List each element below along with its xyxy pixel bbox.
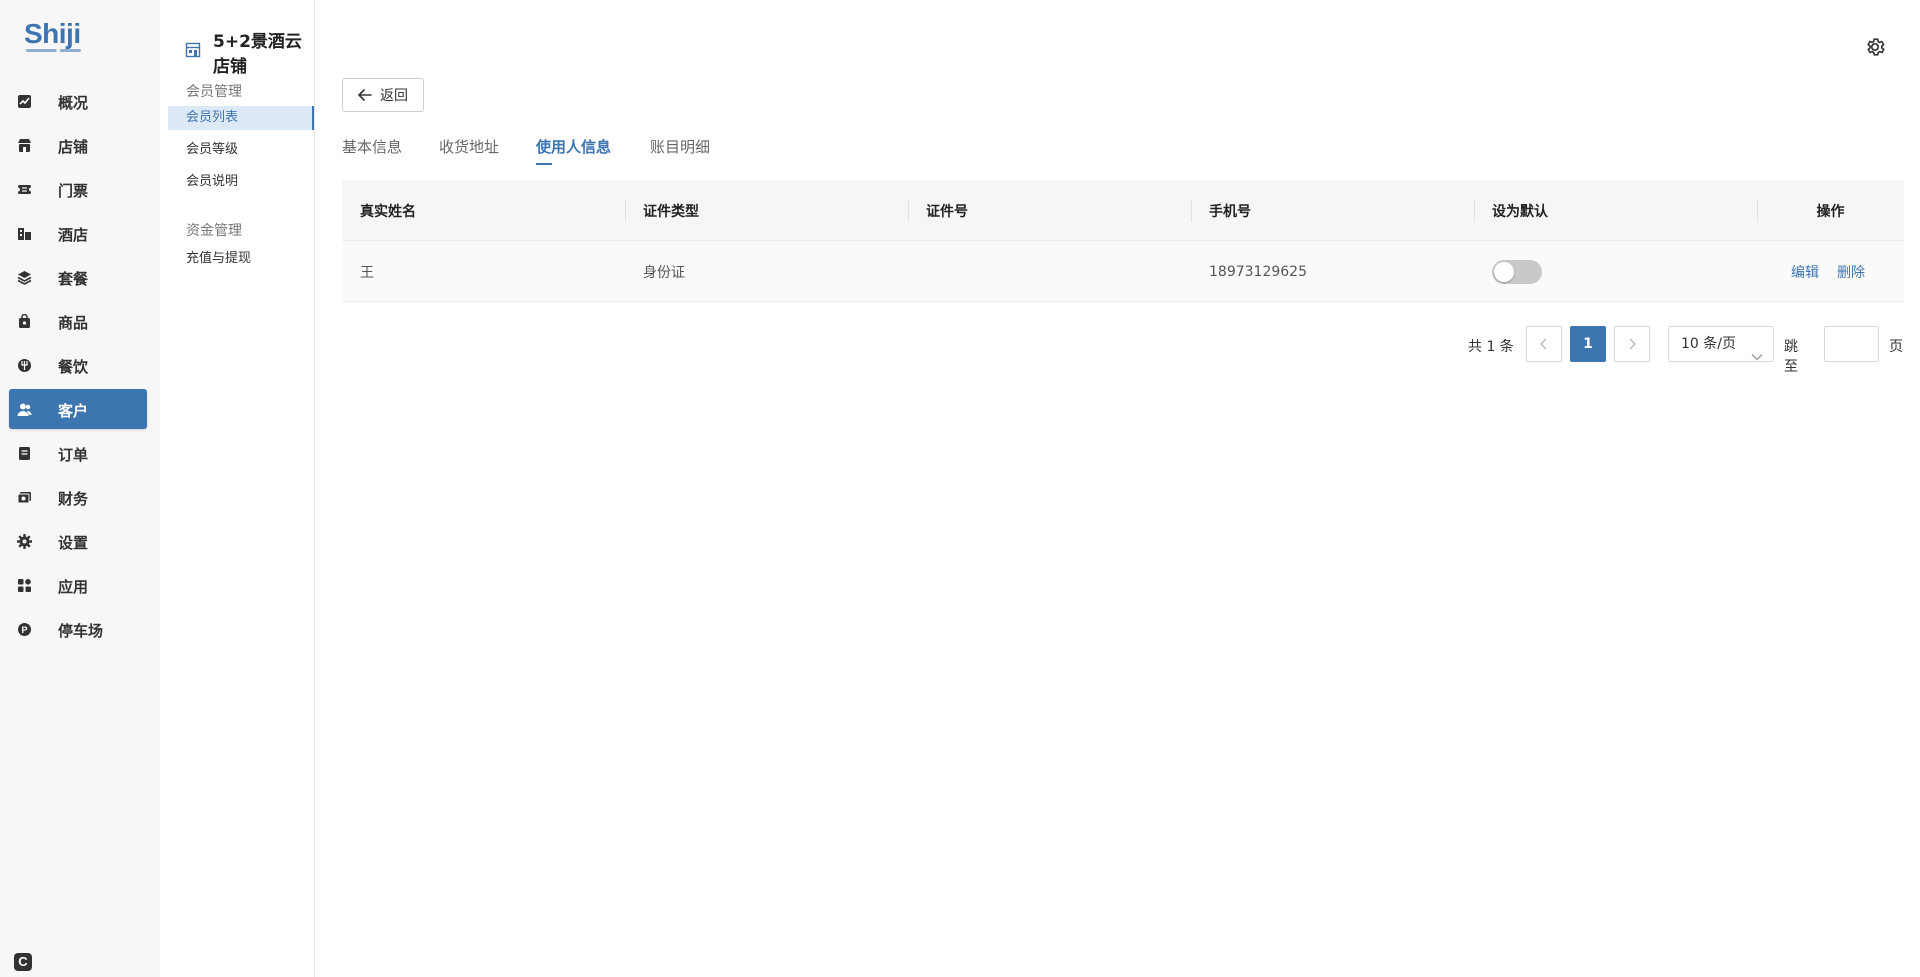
- nav-item-dining[interactable]: 餐饮: [9, 345, 147, 385]
- settings-gear-icon[interactable]: [1864, 36, 1886, 58]
- nav-item-customer[interactable]: 客户: [9, 389, 147, 429]
- arrow-left-icon: [358, 86, 372, 105]
- tab-user-info[interactable]: 使用人信息: [536, 136, 611, 165]
- hotel-icon: [17, 226, 32, 241]
- nav-item-package[interactable]: 套餐: [9, 257, 147, 297]
- group-title-funds: 资金管理: [186, 223, 242, 239]
- column-header: 证件号: [908, 180, 1191, 241]
- nav-item-goods[interactable]: 商品: [9, 301, 147, 341]
- delete-link[interactable]: 删除: [1837, 262, 1865, 282]
- gear-icon: [17, 534, 32, 549]
- main-nav: Shiji 概况 店铺 门票 酒店 套餐 商品 餐饮 客户 订单 财务 设置 应…: [0, 0, 160, 977]
- store-icon: [185, 42, 201, 62]
- parking-icon: P: [17, 622, 32, 637]
- table-header: 真实姓名 证件类型 证件号 手机号 设为默认 操作: [342, 180, 1904, 241]
- column-header: 操作: [1757, 180, 1904, 241]
- table-row: 王 身份证 18973129625 编辑 删除: [342, 241, 1904, 302]
- store-icon: [17, 138, 32, 153]
- bag-icon: [17, 314, 32, 329]
- nav-label: 订单: [58, 446, 89, 464]
- chevron-down-icon: [1751, 340, 1763, 374]
- nav-list: 概况 店铺 门票 酒店 套餐 商品 餐饮 客户 订单 财务 设置 应用 P 停车…: [9, 81, 147, 653]
- sub-nav: 5+2景酒云店铺 会员管理 会员列表 会员等级 会员说明 资金管理 充值与提现: [160, 0, 315, 977]
- nav-label: 财务: [58, 490, 89, 508]
- jump-suffix: 页: [1889, 339, 1903, 355]
- nav-label: 门票: [58, 182, 89, 200]
- cell-id-number: [908, 241, 1191, 302]
- tab-basic-info[interactable]: 基本信息: [342, 136, 402, 157]
- page-size-value: 10 条/页: [1681, 336, 1736, 352]
- chevron-right-icon: [1628, 335, 1636, 354]
- nav-label: 概况: [58, 94, 89, 112]
- cell-name: 王: [360, 264, 374, 281]
- nav-label: 应用: [58, 578, 89, 596]
- store-name: 5+2景酒云店铺: [213, 32, 302, 77]
- nav-label: 店铺: [58, 138, 89, 156]
- nav-label: 酒店: [58, 226, 89, 244]
- apps-icon: [17, 578, 32, 593]
- nav-item-hotel[interactable]: 酒店: [9, 213, 147, 253]
- user-info-table: 真实姓名 证件类型 证件号 手机号 设为默认 操作 王 身份证 18973129…: [342, 180, 1904, 302]
- page-size-select[interactable]: 10 条/页: [1668, 326, 1774, 362]
- nav-label: 停车场: [58, 622, 104, 640]
- column-header: 手机号: [1191, 180, 1474, 241]
- c-icon[interactable]: C: [14, 953, 32, 971]
- cell-actions: 编辑 删除: [1757, 241, 1904, 302]
- tab-shipping-address[interactable]: 收货地址: [439, 136, 499, 157]
- cell-default: [1474, 241, 1757, 302]
- nav-item-finance[interactable]: 财务: [9, 477, 147, 517]
- pagination-total: 共 1 条: [1468, 339, 1514, 355]
- subnav-item-member-level[interactable]: 会员等级: [168, 138, 314, 162]
- nav-item-parking[interactable]: P 停车场: [9, 609, 147, 649]
- store-title: 5+2景酒云店铺: [185, 27, 314, 77]
- nav-label: 客户: [58, 402, 89, 420]
- nav-item-order[interactable]: 订单: [9, 433, 147, 473]
- dining-icon: [17, 358, 32, 373]
- ticket-icon: [17, 182, 32, 197]
- nav-label: 商品: [58, 314, 89, 332]
- order-icon: [17, 446, 32, 461]
- nav-label: 套餐: [58, 270, 89, 288]
- subnav-item-recharge-withdraw[interactable]: 充值与提现: [168, 247, 314, 271]
- cell-phone: 18973129625: [1209, 263, 1307, 280]
- chevron-left-icon: [1540, 335, 1548, 354]
- group-title-member: 会员管理: [186, 84, 242, 100]
- column-header: 设为默认: [1474, 180, 1757, 241]
- next-page-button[interactable]: [1614, 326, 1650, 362]
- tab-account-details[interactable]: 账目明细: [650, 136, 710, 157]
- app-root: Shiji 概况 店铺 门票 酒店 套餐 商品 餐饮 客户 订单 财务 设置 应…: [0, 0, 1920, 977]
- cell-id-type: 身份证: [643, 264, 685, 281]
- shiji-logo[interactable]: Shiji: [24, 18, 81, 52]
- nav-item-settings[interactable]: 设置: [9, 521, 147, 561]
- edit-link[interactable]: 编辑: [1791, 262, 1819, 282]
- nav-label: 餐饮: [58, 358, 89, 376]
- nav-label: 设置: [58, 534, 89, 552]
- column-header: 证件类型: [625, 180, 908, 241]
- subnav-item-member-desc[interactable]: 会员说明: [168, 170, 314, 194]
- nav-item-ticket[interactable]: 门票: [9, 169, 147, 209]
- layers-icon: [17, 270, 32, 285]
- back-button-label: 返回: [380, 88, 408, 104]
- chart-icon: [17, 94, 32, 109]
- nav-item-overview[interactable]: 概况: [9, 81, 147, 121]
- page-button-current[interactable]: 1: [1570, 326, 1606, 362]
- prev-page-button[interactable]: [1526, 326, 1562, 362]
- users-icon: [17, 402, 32, 417]
- nav-item-apps[interactable]: 应用: [9, 565, 147, 605]
- back-button[interactable]: 返回: [342, 78, 424, 112]
- default-toggle[interactable]: [1492, 259, 1542, 284]
- subnav-item-member-list[interactable]: 会员列表: [168, 106, 314, 130]
- svg-text:P: P: [21, 625, 27, 635]
- column-header: 真实姓名: [360, 203, 416, 220]
- jump-page-input[interactable]: [1824, 326, 1879, 362]
- jump-label: 跳至: [1784, 339, 1798, 375]
- nav-item-store[interactable]: 店铺: [9, 125, 147, 165]
- wallet-icon: [17, 490, 32, 505]
